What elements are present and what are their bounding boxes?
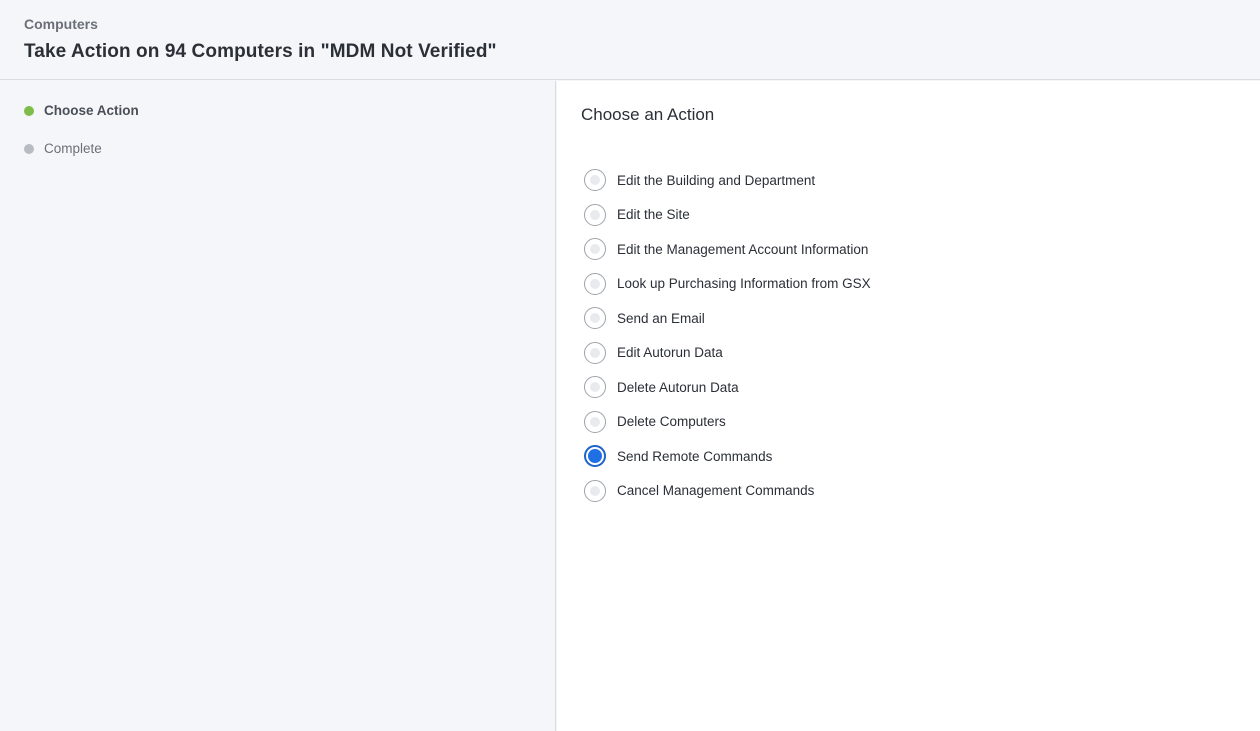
main-panel: Choose an Action Edit the Building and D…: [557, 81, 1260, 731]
action-option-edit-building-department[interactable]: Edit the Building and Department: [584, 163, 871, 198]
action-option-send-email[interactable]: Send an Email: [584, 301, 871, 336]
breadcrumb[interactable]: Computers: [24, 16, 98, 32]
option-label: Cancel Management Commands: [617, 483, 815, 499]
radio-button[interactable]: [584, 410, 606, 433]
radio-button[interactable]: [584, 376, 606, 399]
step-label: Complete: [44, 141, 102, 156]
step-status-dot-icon: [24, 105, 34, 116]
action-radio-group: Edit the Building and Department Edit th…: [584, 163, 871, 508]
action-option-edit-site[interactable]: Edit the Site: [584, 198, 871, 233]
option-label: Look up Purchasing Information from GSX: [617, 276, 871, 292]
option-label: Send Remote Commands: [617, 448, 773, 464]
radio-button[interactable]: [584, 203, 606, 226]
action-option-send-remote-commands[interactable]: Send Remote Commands: [584, 439, 871, 474]
radio-button[interactable]: [584, 272, 606, 295]
step-complete: Complete: [24, 141, 102, 156]
radio-button[interactable]: [584, 445, 606, 468]
action-option-edit-management-account[interactable]: Edit the Management Account Information: [584, 232, 871, 267]
action-option-cancel-management-commands[interactable]: Cancel Management Commands: [584, 474, 871, 509]
page-header: Computers Take Action on 94 Computers in…: [0, 0, 1260, 80]
action-option-gsx-lookup[interactable]: Look up Purchasing Information from GSX: [584, 267, 871, 302]
page-title: Take Action on 94 Computers in "MDM Not …: [24, 41, 497, 62]
radio-button[interactable]: [584, 238, 606, 261]
radio-button[interactable]: [584, 479, 606, 502]
wizard-steps-sidebar: Choose Action Complete: [0, 81, 556, 731]
step-choose-action: Choose Action: [24, 103, 139, 118]
action-option-edit-autorun[interactable]: Edit Autorun Data: [584, 336, 871, 371]
option-label: Send an Email: [617, 310, 705, 326]
radio-button[interactable]: [584, 169, 606, 192]
action-option-delete-autorun[interactable]: Delete Autorun Data: [584, 370, 871, 405]
step-status-dot-icon: [24, 143, 34, 154]
option-label: Delete Computers: [617, 414, 726, 430]
option-label: Edit the Management Account Information: [617, 241, 869, 257]
section-title: Choose an Action: [581, 105, 715, 124]
option-label: Edit the Building and Department: [617, 172, 816, 188]
step-label: Choose Action: [44, 103, 139, 118]
action-option-delete-computers[interactable]: Delete Computers: [584, 405, 871, 440]
radio-button[interactable]: [584, 307, 606, 330]
radio-button[interactable]: [584, 341, 606, 364]
option-label: Delete Autorun Data: [617, 379, 739, 395]
option-label: Edit the Site: [617, 207, 690, 223]
option-label: Edit Autorun Data: [617, 345, 723, 361]
